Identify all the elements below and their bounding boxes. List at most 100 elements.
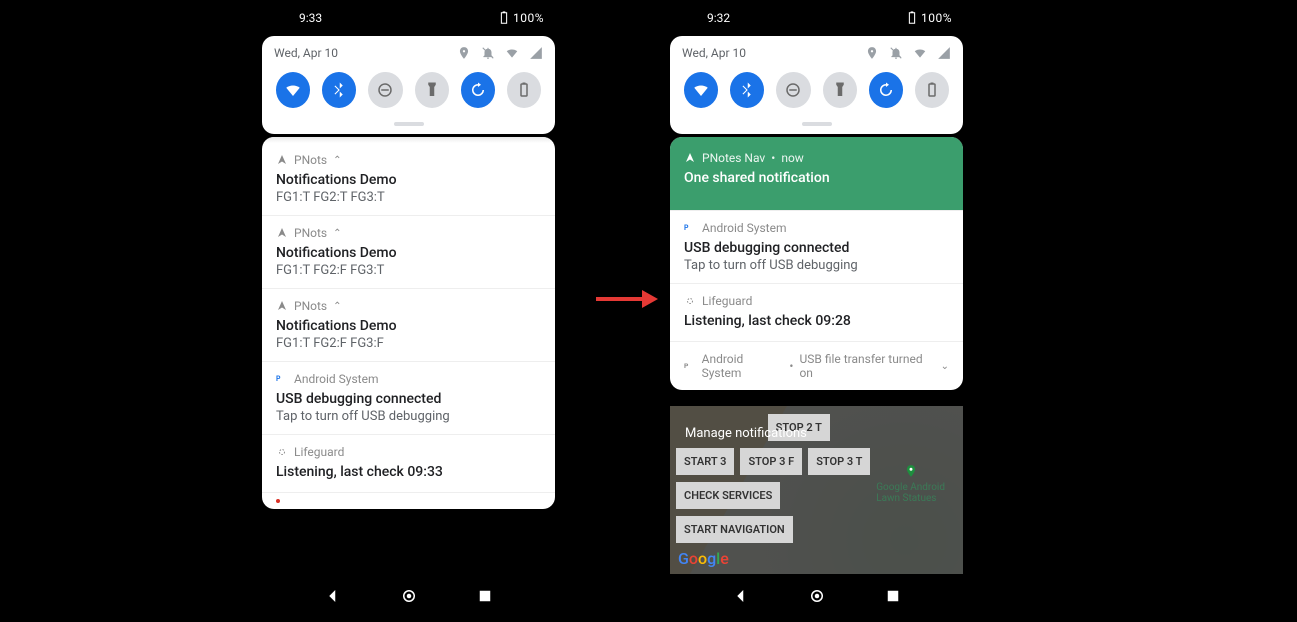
notif-title: One shared notification: [684, 170, 949, 186]
nav-icon: [276, 154, 288, 166]
qs-bluetooth[interactable]: [730, 72, 764, 108]
status-bar: 9:32 100%: [663, 0, 970, 36]
notification[interactable]: PNots⌃ Notifications Demo FG1:T FG2:T FG…: [262, 143, 555, 216]
nav-back[interactable]: [324, 587, 342, 609]
notif-app: PNots: [294, 153, 327, 167]
svg-text:P: P: [684, 224, 689, 232]
notification[interactable]: Lifeguard Listening, last check 09:28: [670, 284, 963, 342]
notification-collapsed[interactable]: [262, 493, 555, 509]
qs-battery-saver[interactable]: [915, 72, 949, 108]
notif-title: Notifications Demo: [276, 245, 541, 261]
qs-header: Wed, Apr 10: [262, 36, 555, 62]
panel-handle[interactable]: [394, 122, 424, 126]
qs-wifi[interactable]: [276, 72, 310, 108]
notification[interactable]: Lifeguard Listening, last check 09:33: [262, 435, 555, 493]
qs-date: Wed, Apr 10: [682, 46, 746, 60]
phone-right: 9:32 100% Wed, Apr 10 PNotes: [663, 0, 970, 622]
bg-button[interactable]: START 3: [676, 448, 734, 475]
qs-date: Wed, Apr 10: [274, 46, 338, 60]
notif-title: Notifications Demo: [276, 318, 541, 334]
nav-icon: [276, 300, 288, 312]
nav-icon: [684, 152, 696, 164]
notif-app: Android System: [702, 352, 784, 380]
notif-text: Tap to turn off USB debugging: [276, 409, 541, 424]
bg-button[interactable]: STOP 3 F: [740, 448, 802, 475]
notification-collapsed[interactable]: PAndroid System•USB file transfer turned…: [670, 342, 963, 390]
svg-text:P: P: [684, 362, 689, 370]
notif-app: Android System: [702, 221, 787, 235]
quick-settings-panel[interactable]: Wed, Apr 10: [670, 36, 963, 134]
notif-app: Android System: [294, 372, 379, 386]
notification[interactable]: PNots ⌃ Notifications Demo FG1:T FG2:F FG…: [262, 216, 555, 289]
qs-bluetooth[interactable]: [322, 72, 356, 108]
android-icon: P: [684, 222, 696, 234]
wifi-icon: [913, 46, 927, 60]
notif-title: Listening, last check 09:28: [684, 313, 949, 329]
notif-app: PNots: [294, 299, 327, 313]
ring-icon: [276, 446, 288, 458]
manage-notifications[interactable]: Manage notifications: [679, 416, 813, 445]
bg-button[interactable]: CHECK SERVICES: [676, 482, 780, 509]
notif-app: PNots: [294, 226, 327, 240]
notification-shade[interactable]: PNots⌃ Notifications Demo FG1:T FG2:T FG…: [262, 137, 555, 509]
map-poi: Google Android Lawn Statues: [876, 462, 945, 504]
panel-handle[interactable]: [802, 122, 832, 126]
qs-status-icons: [457, 46, 543, 60]
notification[interactable]: PAndroid System USB debugging connected …: [262, 362, 555, 435]
nav-back[interactable]: [732, 587, 750, 609]
signal-icon: [937, 46, 951, 60]
status-battery: 100%: [921, 11, 952, 25]
dnd-off-icon: [481, 46, 495, 60]
nav-home[interactable]: [808, 587, 826, 609]
notification[interactable]: PAndroid System USB debugging connected …: [670, 211, 963, 284]
qs-header: Wed, Apr 10: [670, 36, 963, 62]
qs-status-icons: [865, 46, 951, 60]
status-time: 9:32: [707, 11, 730, 25]
dot-icon: [276, 499, 280, 503]
notif-text: FG1:T FG2:F FG3:F: [276, 336, 541, 351]
nav-recent[interactable]: [884, 587, 902, 609]
notif-meta: USB file transfer turned on: [799, 352, 934, 380]
status-right: 100%: [907, 11, 952, 25]
qs-battery-saver[interactable]: [507, 72, 541, 108]
bg-button[interactable]: STOP 3 T: [808, 448, 870, 475]
qs-wifi[interactable]: [684, 72, 718, 108]
nav-recent[interactable]: [476, 587, 494, 609]
notif-text: FG1:T FG2:F FG3:T: [276, 263, 541, 278]
qs-rotate[interactable]: [461, 72, 495, 108]
notification-shade[interactable]: PNotes Nav•now One shared notification P…: [670, 137, 963, 390]
nav-bar: [255, 574, 562, 622]
chevron-up-icon: ⌃: [333, 155, 341, 166]
notif-title: USB debugging connected: [684, 240, 949, 256]
notif-title: Notifications Demo: [276, 172, 541, 188]
location-icon: [457, 46, 471, 60]
status-time: 9:33: [299, 11, 322, 25]
notif-meta: now: [781, 151, 804, 165]
android-icon: P: [684, 360, 696, 372]
notif-app: PNotes Nav: [702, 151, 765, 165]
qs-dnd[interactable]: [776, 72, 810, 108]
chevron-up-icon: ⌃: [333, 228, 341, 239]
nav-bar: [663, 574, 970, 622]
notif-app: Lifeguard: [294, 445, 344, 459]
status-battery: 100%: [513, 11, 544, 25]
dnd-off-icon: [889, 46, 903, 60]
nav-home[interactable]: [400, 587, 418, 609]
notification-highlighted[interactable]: PNotes Nav•now One shared notification: [670, 137, 963, 211]
notif-title: Listening, last check 09:33: [276, 464, 541, 480]
phone-left: 9:33 100% Wed, Apr 10 PN: [255, 0, 562, 622]
qs-flashlight[interactable]: [823, 72, 857, 108]
qs-dnd[interactable]: [368, 72, 402, 108]
svg-text:P: P: [276, 375, 281, 383]
status-right: 100%: [499, 11, 544, 25]
notif-text: Tap to turn off USB debugging: [684, 258, 949, 273]
notif-app: Lifeguard: [702, 294, 752, 308]
notification[interactable]: PNots ⌃ Notifications Demo FG1:T FG2:F FG…: [262, 289, 555, 362]
qs-rotate[interactable]: [869, 72, 903, 108]
bg-button[interactable]: START NAVIGATION: [676, 516, 793, 543]
quick-settings-panel[interactable]: Wed, Apr 10: [262, 36, 555, 134]
chevron-up-icon: ⌃: [333, 301, 341, 312]
status-bar: 9:33 100%: [255, 0, 562, 36]
qs-flashlight[interactable]: [415, 72, 449, 108]
chevron-down-icon: ⌄: [941, 361, 949, 372]
